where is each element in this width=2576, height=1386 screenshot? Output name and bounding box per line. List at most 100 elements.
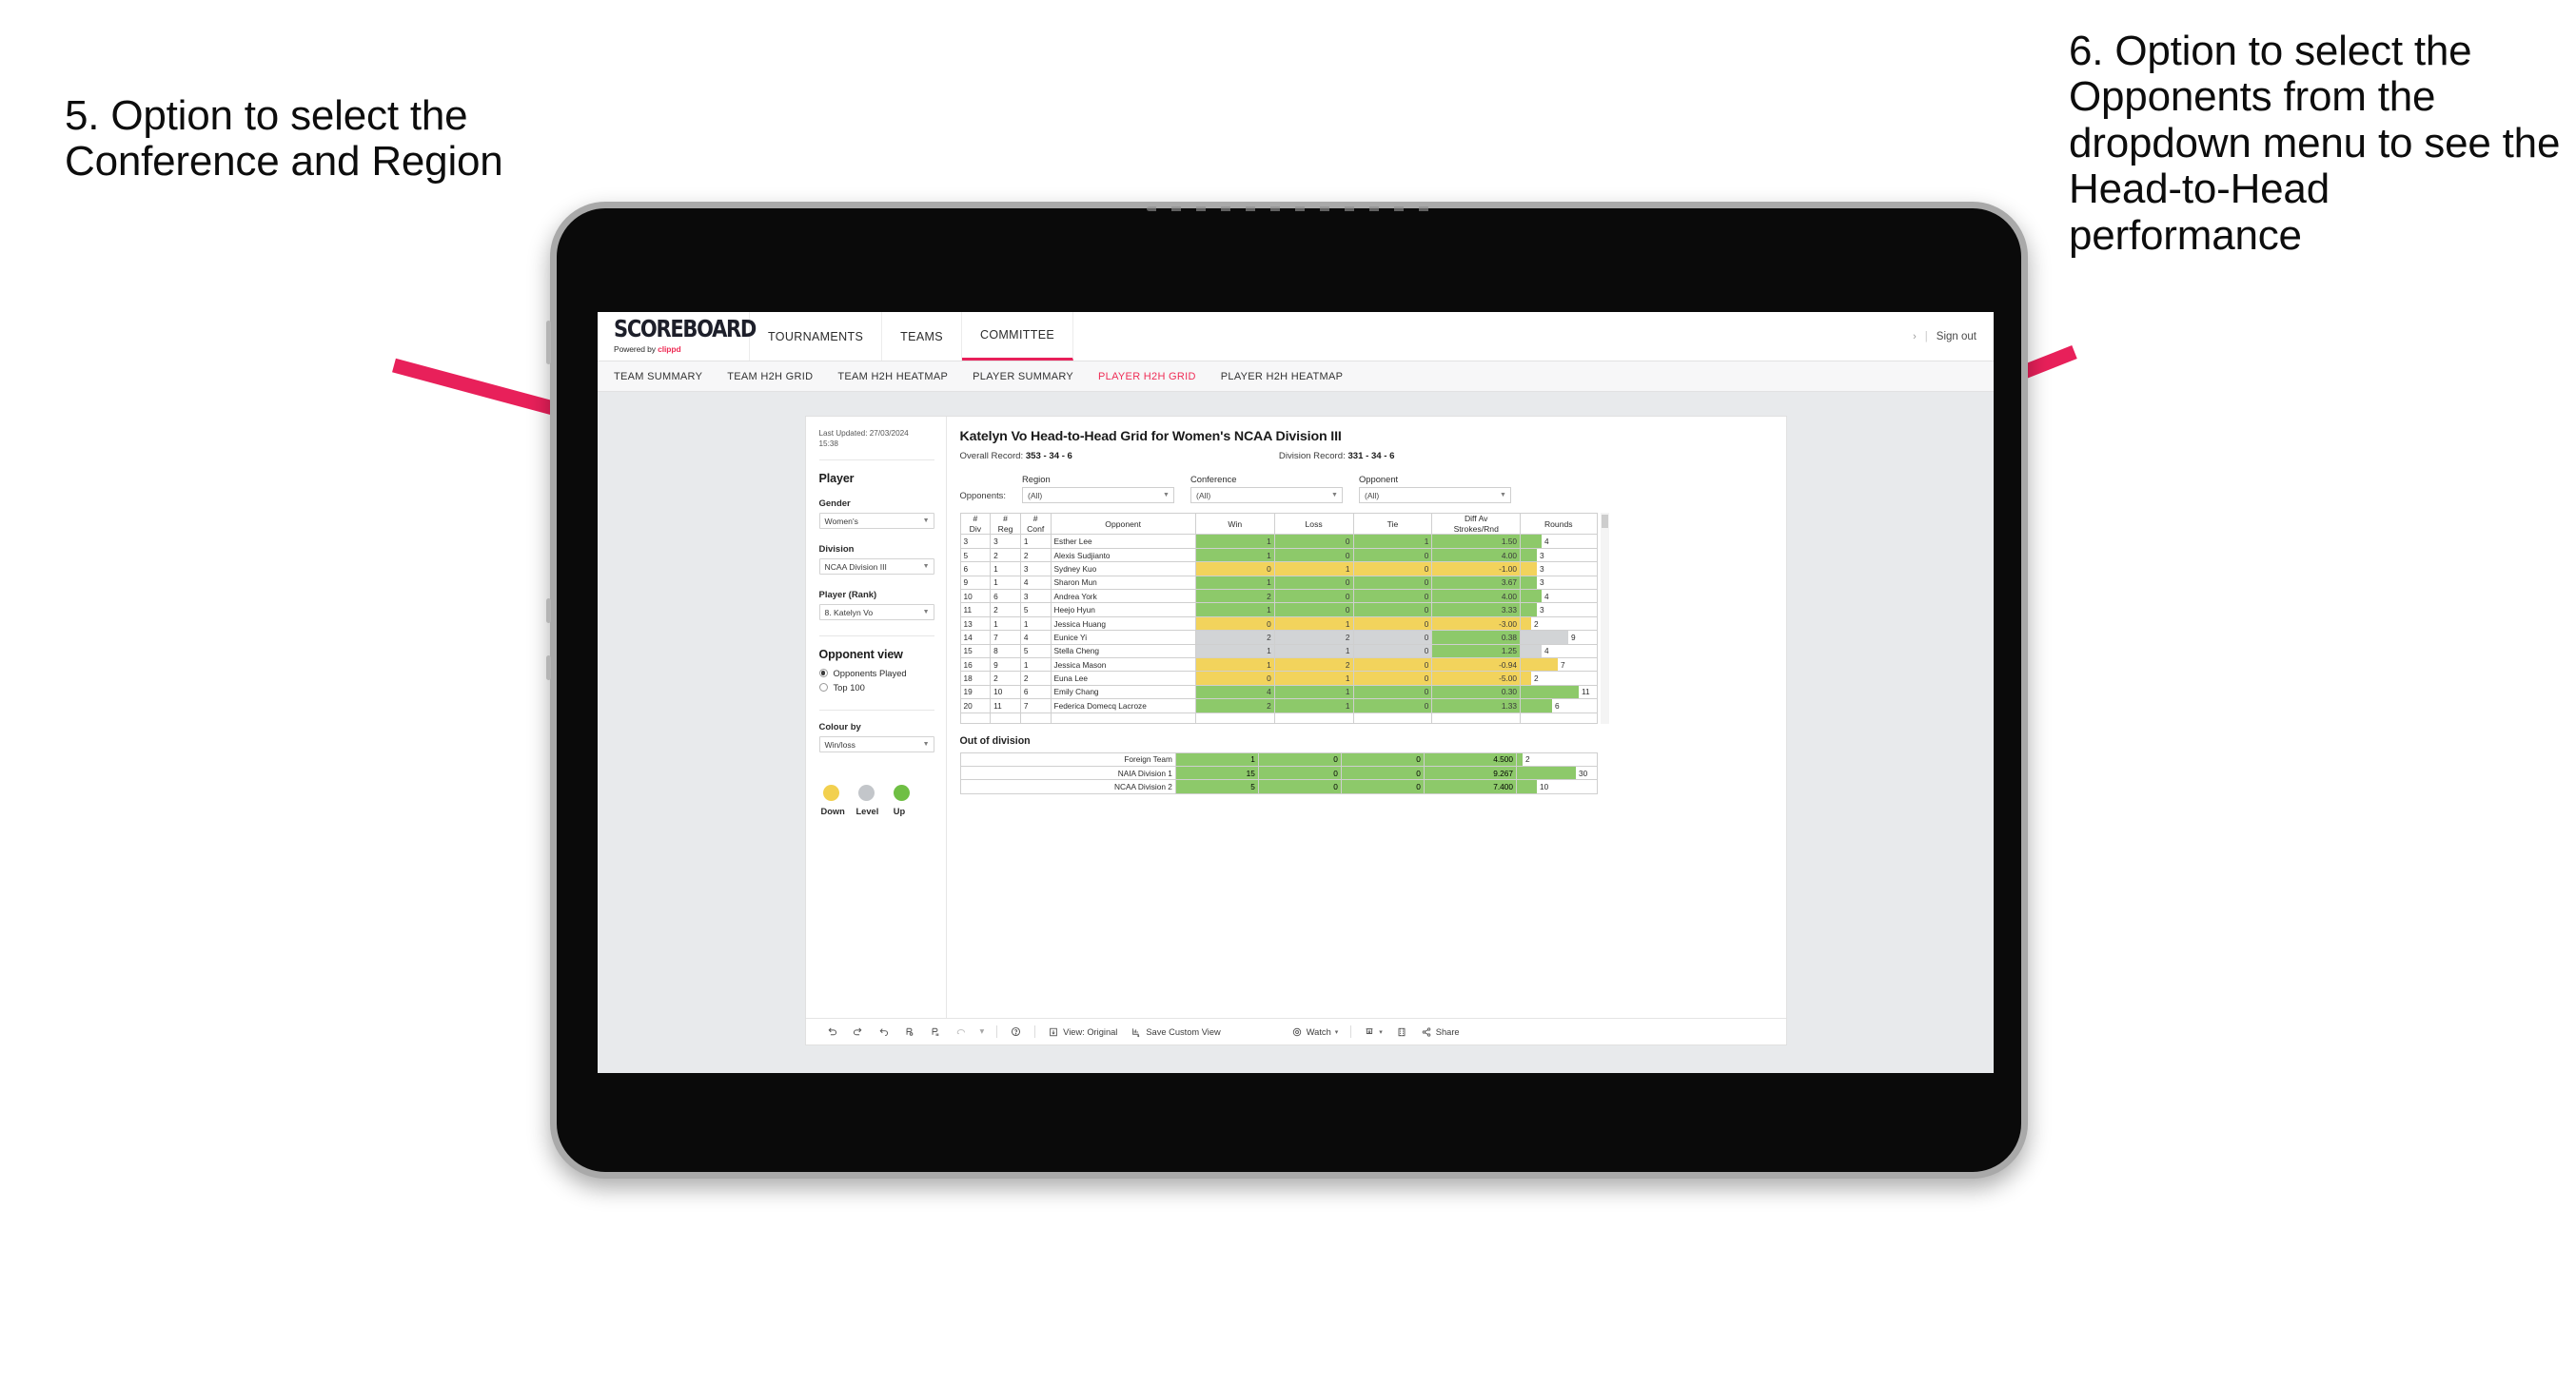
colour-by-select[interactable]: Win/loss ▼: [818, 736, 934, 753]
table-row[interactable]: 16 9 1 Jessica Mason 1 2 0 -0.94 7: [959, 656, 1598, 673]
cell-win: 0: [1194, 671, 1275, 686]
cell-opponent: Jessica Huang: [1050, 615, 1196, 632]
table-row[interactable]: NCAA Division 2 5 0 0 7.400 10: [959, 779, 1598, 794]
view-original-button[interactable]: View: Original: [1041, 1026, 1124, 1038]
table-row[interactable]: 9 1 4 Sharon Mun 1 0 0 3.67 3: [959, 575, 1598, 591]
rounds-bar: [1521, 603, 1538, 616]
table-row[interactable]: 13 1 1 Jessica Huang 0 1 0 -3.00 2: [959, 615, 1598, 632]
cell-rounds: 11: [1520, 684, 1598, 700]
col-div[interactable]: # Div: [959, 512, 992, 536]
redo-button[interactable]: [845, 1025, 871, 1038]
power-button[interactable]: [546, 321, 551, 364]
cell-ood-name: Foreign Team: [959, 752, 1176, 767]
table-row[interactable]: 5 2 2 Alexis Sudjianto 1 0 0 4.00 3: [959, 547, 1598, 563]
rounds-value: 11: [1582, 687, 1590, 697]
top-nav-right: › | Sign out: [1913, 312, 1994, 361]
undo-button[interactable]: [819, 1025, 845, 1038]
radio-top-100[interactable]: Top 100: [818, 682, 934, 693]
volume-down-button[interactable]: [546, 655, 551, 680]
col-diff[interactable]: Diff Av Strokes/Rnd: [1431, 512, 1522, 536]
tab-player-summary[interactable]: PLAYER SUMMARY: [973, 371, 1073, 382]
division-value: NCAA Division III: [824, 561, 887, 572]
h2h-grid-header-row: # Div # Reg # Conf Opponent Win Loss Tie Di…: [959, 512, 1598, 536]
refresh-data-button[interactable]: [896, 1025, 922, 1038]
filler-cell: [1273, 713, 1354, 724]
cell-opponent: Eunice Yi: [1050, 630, 1196, 645]
table-row[interactable]: 6 1 3 Sydney Kuo 0 1 0 -1.00 3: [959, 561, 1598, 576]
tab-player-h2h-grid[interactable]: PLAYER H2H GRID: [1098, 371, 1196, 382]
cell-loss: 0: [1273, 547, 1354, 563]
volume-up-button[interactable]: [546, 598, 551, 623]
division-select[interactable]: NCAA Division III ▼: [818, 558, 934, 576]
tab-team-h2h-heatmap[interactable]: TEAM H2H HEATMAP: [837, 371, 948, 382]
share-button[interactable]: Share: [1414, 1026, 1466, 1038]
radio-opponents-played[interactable]: Opponents Played: [818, 668, 934, 678]
cell-win: 1: [1194, 547, 1275, 563]
conference-select[interactable]: (All) ▼: [1190, 487, 1343, 503]
table-row[interactable]: 3 3 1 Esther Lee 1 0 1 1.50 4: [959, 534, 1598, 549]
tab-team-summary[interactable]: TEAM SUMMARY: [614, 371, 702, 382]
scoreboard-logo[interactable]: SCOREBOARD Powered by clippd: [598, 312, 757, 361]
watch-label: Watch: [1306, 1026, 1331, 1037]
cell-diff: 1.25: [1431, 643, 1522, 658]
highlight-caret-button[interactable]: ▾: [973, 1026, 992, 1037]
col-opponent[interactable]: Opponent: [1050, 512, 1196, 536]
table-row[interactable]: 19 10 6 Emily Chang 4 1 0 0.30 11: [959, 684, 1598, 700]
table-row[interactable]: 18 2 2 Euna Lee 0 1 0 -5.00 2: [959, 671, 1598, 686]
gender-select[interactable]: Women's ▼: [818, 513, 934, 530]
col-reg[interactable]: # Reg: [990, 512, 1021, 536]
col-reg-l2: Reg: [997, 523, 1013, 534]
cell-ood-tie: 0: [1340, 752, 1425, 767]
col-rounds[interactable]: Rounds: [1520, 512, 1598, 536]
grid-scrollbar-thumb[interactable]: [1601, 515, 1608, 528]
cell-win: 1: [1194, 643, 1275, 658]
overall-record: Overall Record: 353 - 34 - 6: [960, 451, 1072, 461]
download-caret-icon: ▾: [1379, 1028, 1383, 1036]
table-row[interactable]: NAIA Division 1 15 0 0 9.267 30: [959, 765, 1598, 781]
fullscreen-button[interactable]: [1389, 1026, 1414, 1038]
watch-button[interactable]: Watch ▾: [1285, 1026, 1346, 1038]
tablet-device-frame: SCOREBOARD Powered by clippd TOURNAMENTS…: [546, 202, 2028, 1179]
tab-team-h2h-grid[interactable]: TEAM H2H GRID: [727, 371, 813, 382]
dashboard-canvas: Last Updated: 27/03/2024 15:38 Player Ge…: [598, 392, 1994, 1073]
chevron-right-icon[interactable]: ›: [1913, 331, 1917, 342]
table-row[interactable]: 14 7 4 Eunice Yi 2 2 0 0.38 9: [959, 630, 1598, 645]
cell-ood-name: NAIA Division 1: [959, 765, 1176, 781]
cell-rounds: 4: [1520, 534, 1598, 549]
nav-item-tournaments[interactable]: TOURNAMENTS: [750, 312, 883, 361]
tableau-toolbar: ▾ View: Original Save Custom View Watch …: [805, 1018, 1786, 1044]
download-button[interactable]: ▾: [1357, 1026, 1389, 1038]
table-row[interactable]: Foreign Team 1 0 0 4.500 2: [959, 752, 1598, 767]
save-custom-view-button[interactable]: Save Custom View: [1124, 1026, 1227, 1038]
highlight-button[interactable]: [948, 1025, 973, 1038]
revert-button[interactable]: [871, 1025, 896, 1038]
cell-ood-loss: 0: [1257, 752, 1342, 767]
pause-auto-updates-button[interactable]: [922, 1025, 948, 1038]
table-row[interactable]: 11 2 5 Heejo Hyun 1 0 0 3.33 3: [959, 602, 1598, 617]
cell-loss: 1: [1273, 643, 1354, 658]
player-rank-select[interactable]: 8. Katelyn Vo ▼: [818, 604, 934, 621]
cell-div: 10: [959, 589, 992, 604]
cell-tie: 0: [1352, 602, 1433, 617]
cell-loss: 0: [1273, 534, 1354, 549]
sign-out-link[interactable]: Sign out: [1937, 331, 1976, 342]
table-row[interactable]: 20 11 7 Federica Domecq Lacroze 2 1 0 1.33 6: [959, 698, 1598, 713]
cell-conf: 2: [1019, 547, 1052, 563]
col-win[interactable]: Win: [1194, 512, 1275, 536]
nav-item-committee[interactable]: COMMITTEE: [961, 312, 1074, 361]
cell-win: 2: [1194, 630, 1275, 645]
opponent-select[interactable]: (All) ▼: [1358, 487, 1511, 503]
grid-vertical-scrollbar[interactable]: [1600, 513, 1609, 724]
table-row[interactable]: 15 8 5 Stella Cheng 1 1 0 1.25 4: [959, 643, 1598, 658]
tab-player-h2h-heatmap[interactable]: PLAYER H2H HEATMAP: [1221, 371, 1343, 382]
nav-item-teams[interactable]: TEAMS: [882, 312, 962, 361]
region-select[interactable]: (All) ▼: [1021, 487, 1174, 503]
out-of-division-body: Foreign Team 1 0 0 4.500 2 NAIA Division 1 15 0 0…: [959, 752, 1598, 794]
col-tie[interactable]: Tie: [1352, 512, 1433, 536]
help-button[interactable]: [1003, 1025, 1029, 1038]
app-viewport: SCOREBOARD Powered by clippd TOURNAMENTS…: [598, 312, 1994, 1073]
table-row[interactable]: 10 6 3 Andrea York 2 0 0 4.00 4: [959, 589, 1598, 604]
col-conf-l1: #: [1032, 514, 1038, 523]
col-conf[interactable]: # Conf: [1019, 512, 1052, 536]
col-loss[interactable]: Loss: [1273, 512, 1354, 536]
